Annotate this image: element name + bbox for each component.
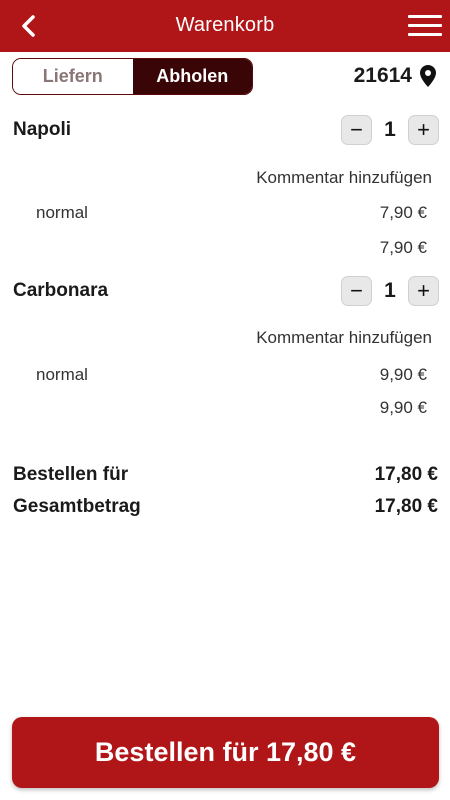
decrease-quantity-button[interactable]: −: [341, 276, 372, 306]
add-comment-link[interactable]: Kommentar hinzufügen: [256, 328, 432, 348]
variant-price: 9,90 €: [379, 365, 427, 384]
item-total: 7,90 €: [379, 238, 427, 257]
hamburger-menu-button[interactable]: [408, 12, 442, 40]
add-comment-link[interactable]: Kommentar hinzufügen: [256, 168, 432, 188]
increase-quantity-button[interactable]: +: [408, 276, 439, 306]
quantity-stepper: − 1 +: [341, 115, 439, 145]
increase-quantity-button[interactable]: +: [408, 115, 439, 145]
toggle-option-abholen[interactable]: Abholen: [132, 59, 252, 94]
cart-item-name: Carbonara: [13, 280, 109, 301]
decrease-quantity-button[interactable]: −: [341, 115, 372, 145]
location-zip[interactable]: 21614: [354, 64, 436, 88]
delivery-mode-toggle: Liefern Abholen: [12, 58, 253, 95]
item-variant: normal: [36, 365, 88, 384]
total-value: 17,80 €: [374, 496, 438, 517]
quantity-stepper: − 1 +: [341, 276, 439, 306]
place-order-button[interactable]: Bestellen für 17,80 €: [12, 717, 439, 788]
item-variant: normal: [36, 203, 88, 222]
location-pin-icon: [420, 65, 436, 87]
menu-bar-icon: [408, 33, 442, 36]
item-total: 9,90 €: [379, 398, 427, 417]
toggle-option-liefern[interactable]: Liefern: [13, 59, 133, 94]
order-for-value: 17,80 €: [374, 464, 438, 485]
menu-bar-icon: [408, 24, 442, 27]
zip-code: 21614: [353, 64, 412, 87]
order-for-label: Bestellen für: [13, 464, 129, 485]
total-label: Gesamtbetrag: [13, 496, 141, 517]
quantity-value: 1: [384, 279, 396, 302]
page-title: Warenkorb: [175, 14, 275, 36]
menu-bar-icon: [408, 15, 442, 18]
variant-price: 7,90 €: [379, 203, 427, 222]
quantity-value: 1: [384, 118, 396, 141]
cart-item-name: Napoli: [13, 119, 72, 140]
top-app-bar: Warenkorb: [0, 0, 450, 52]
